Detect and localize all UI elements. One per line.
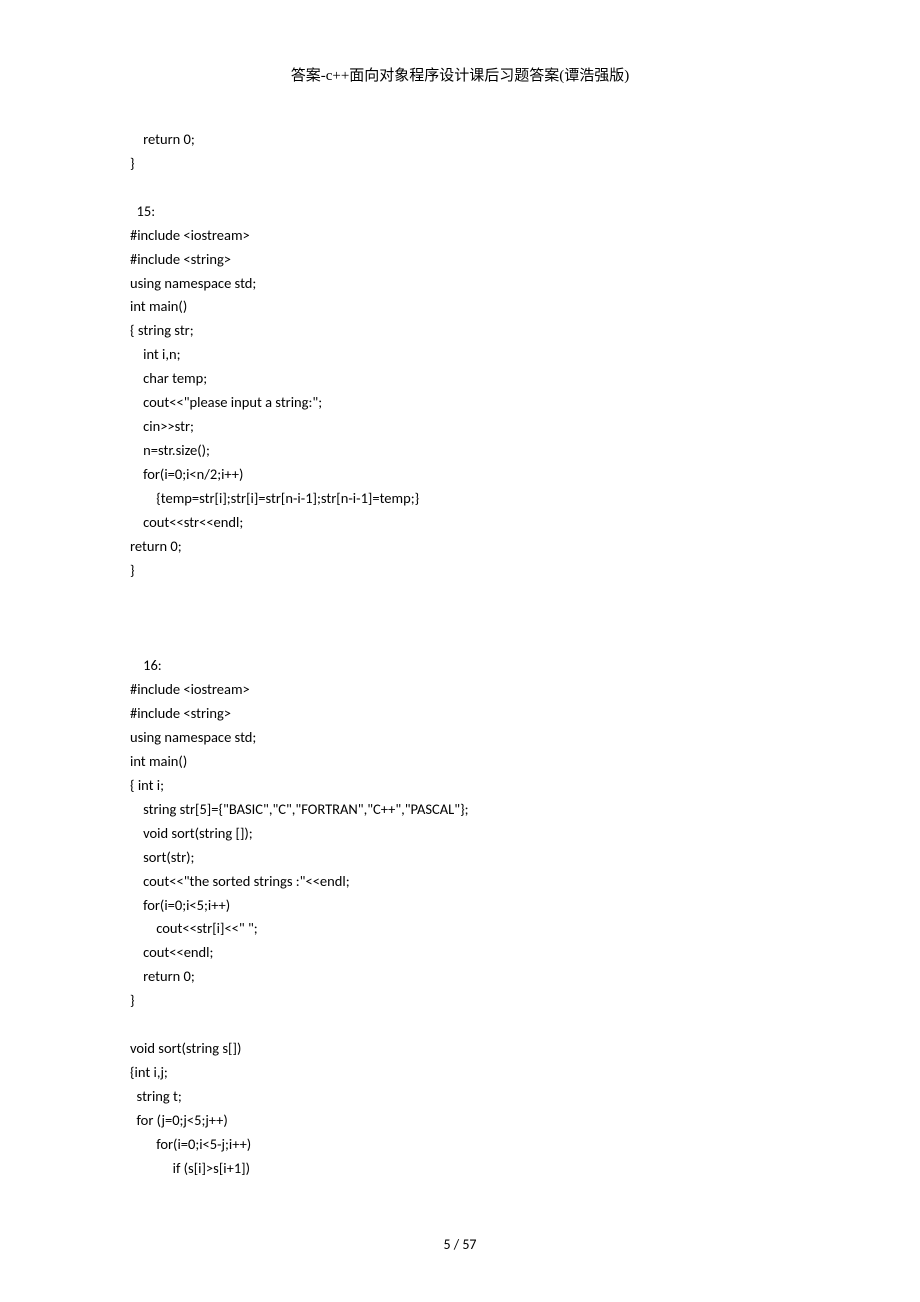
page-footer: 5 / 57 — [0, 1234, 920, 1256]
document-page: 答案-c++面向对象程序设计课后习题答案(谭浩强版) return 0; } 1… — [0, 0, 920, 1302]
page-header: 答案-c++面向对象程序设计课后习题答案(谭浩强版) — [130, 64, 790, 88]
page-number: 5 / 57 — [443, 1236, 476, 1253]
page-title: 答案-c++面向对象程序设计课后习题答案(谭浩强版) — [291, 68, 630, 84]
code-content: return 0; } 15: #include <iostream> #inc… — [130, 128, 790, 1181]
